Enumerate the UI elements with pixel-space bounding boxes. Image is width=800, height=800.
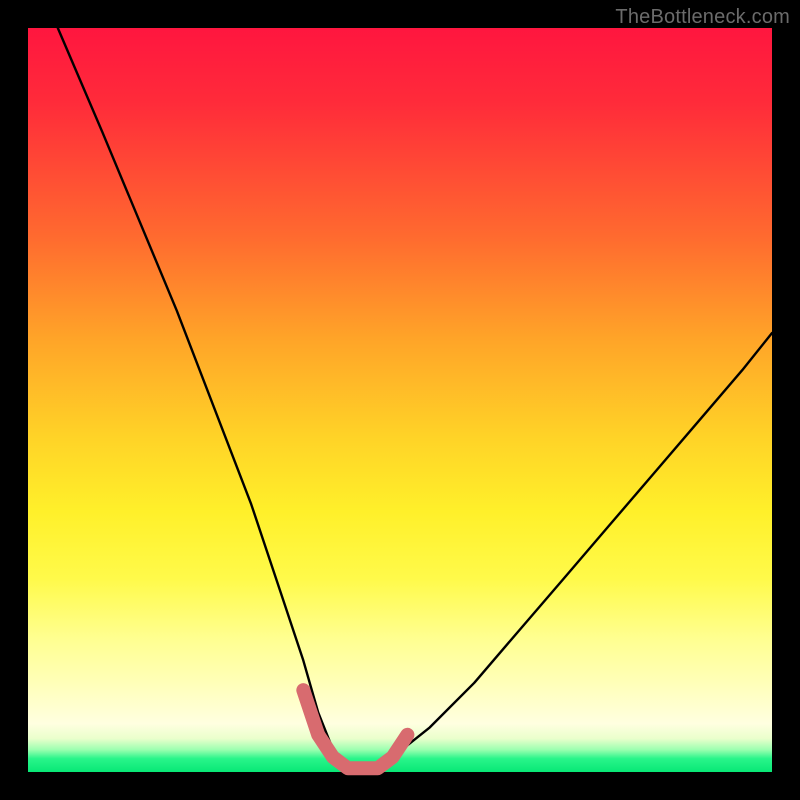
watermark-text: TheBottleneck.com [615,6,790,29]
curve-svg [28,28,772,772]
plot-area [28,28,772,772]
bottleneck-curve-highlight [303,690,407,768]
chart-frame: TheBottleneck.com [0,0,800,800]
bottleneck-curve [58,28,772,765]
